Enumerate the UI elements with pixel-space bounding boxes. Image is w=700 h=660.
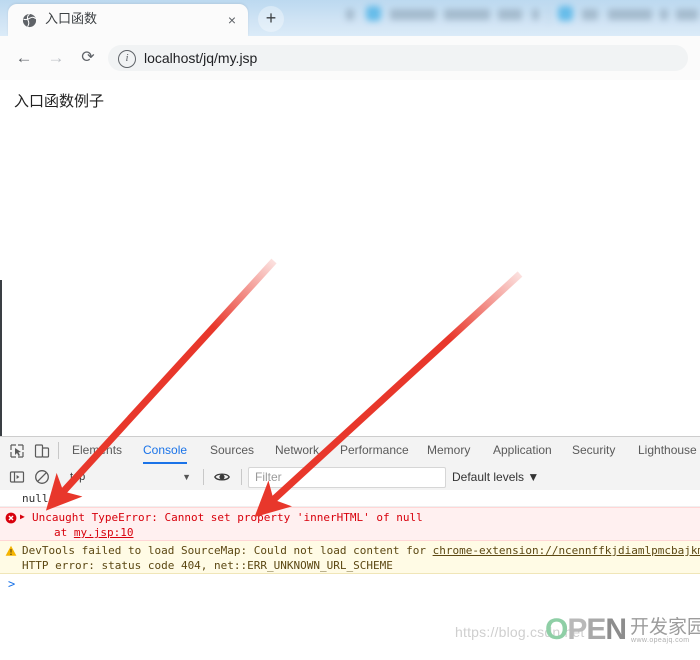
console-warning-line2: HTTP error: status code 404, net::ERR_UN… bbox=[22, 559, 393, 572]
browser-toolbar: ← → ⟳ i localhost/jq/my.jsp bbox=[0, 36, 700, 81]
console-filter-input[interactable]: Filter bbox=[248, 467, 446, 488]
watermark: https://blog.csdn.net OPEN 开发家园 www.opea… bbox=[0, 608, 700, 660]
error-icon bbox=[5, 512, 17, 524]
sourcemap-link[interactable]: chrome-extension://ncennffkjdiamlpmcbajk… bbox=[433, 544, 700, 557]
console-sidebar-icon[interactable] bbox=[8, 468, 26, 486]
console-warning-text: DevTools failed to load SourceMap: Could… bbox=[22, 544, 433, 557]
watermark-logo-o: O bbox=[545, 613, 568, 646]
watermark-logo-e: E bbox=[586, 613, 606, 646]
close-icon[interactable]: × bbox=[224, 12, 240, 28]
chevron-down-icon: ▼ bbox=[182, 472, 191, 482]
tab-strip: 入口函数 × + bbox=[0, 0, 700, 36]
tab-elements[interactable]: Elements bbox=[72, 437, 122, 464]
viewport-left-edge bbox=[0, 280, 2, 442]
reload-icon[interactable]: ⟳ bbox=[76, 46, 100, 70]
browser-tab-title: 入口函数 bbox=[45, 12, 98, 27]
inspect-element-icon[interactable] bbox=[8, 442, 26, 460]
log-levels-value: Default levels bbox=[452, 470, 525, 484]
expand-arrow-icon[interactable]: ▶ bbox=[20, 511, 28, 523]
clear-console-icon[interactable] bbox=[33, 468, 51, 486]
log-levels-dropdown[interactable]: Default levels ▼ bbox=[452, 468, 539, 486]
execution-context-dropdown[interactable]: top ▼ bbox=[62, 468, 197, 486]
toolbar-divider bbox=[58, 442, 59, 459]
console-filter-placeholder: Filter bbox=[255, 470, 282, 484]
console-message-error[interactable]: ▶ Uncaught TypeError: Cannot set propert… bbox=[0, 507, 700, 541]
tab-sources[interactable]: Sources bbox=[210, 437, 254, 464]
live-expression-icon[interactable] bbox=[213, 468, 231, 486]
console-warning-line1: DevTools failed to load SourceMap: Could… bbox=[22, 543, 700, 558]
address-bar[interactable]: i localhost/jq/my.jsp bbox=[108, 45, 688, 71]
warning-icon bbox=[5, 545, 17, 557]
device-toolbar-icon[interactable] bbox=[33, 442, 51, 460]
watermark-logo: OPEN bbox=[545, 613, 627, 647]
new-tab-button[interactable]: + bbox=[258, 6, 284, 32]
execution-context-value: top bbox=[70, 471, 86, 483]
address-bar-url: localhost/jq/my.jsp bbox=[144, 50, 258, 66]
back-icon[interactable]: ← bbox=[12, 46, 36, 70]
watermark-logo-p: P bbox=[567, 613, 587, 646]
console-log-text: null bbox=[22, 492, 49, 505]
forward-icon[interactable]: → bbox=[44, 46, 68, 70]
page-heading: 入口函数例子 bbox=[14, 92, 105, 110]
watermark-logo-sub: www.opeajq.com bbox=[631, 637, 690, 644]
tab-network[interactable]: Network bbox=[275, 437, 319, 464]
globe-icon bbox=[22, 13, 37, 28]
tab-lighthouse[interactable]: Lighthouse bbox=[638, 437, 697, 464]
console-error-stack-prefix: at bbox=[54, 526, 74, 539]
toolbar-divider-3 bbox=[241, 469, 242, 485]
chevron-down-icon-levels: ▼ bbox=[527, 470, 540, 484]
watermark-logo-n: N bbox=[605, 613, 627, 646]
watermark-logo-cn: 开发家园 bbox=[630, 616, 700, 638]
console-message-warning[interactable]: DevTools failed to load SourceMap: Could… bbox=[0, 541, 700, 574]
tab-security[interactable]: Security bbox=[572, 437, 615, 464]
source-link-my-jsp[interactable]: my.jsp:10 bbox=[74, 526, 134, 539]
console-prompt-symbol: > bbox=[8, 577, 16, 591]
console-prompt[interactable]: > bbox=[0, 574, 700, 596]
tab-performance[interactable]: Performance bbox=[340, 437, 409, 464]
tab-application[interactable]: Application bbox=[493, 437, 552, 464]
tab-memory[interactable]: Memory bbox=[427, 437, 470, 464]
console-message-log: null bbox=[0, 490, 700, 507]
devtools-tab-bar: Elements Console Sources Network Perform… bbox=[0, 437, 700, 465]
browser-tab-active[interactable]: 入口函数 × bbox=[8, 4, 248, 36]
toolbar-divider-2 bbox=[203, 469, 204, 485]
site-info-icon[interactable]: i bbox=[118, 50, 136, 68]
console-error-stack: at my.jsp:10 bbox=[22, 525, 700, 540]
tab-console[interactable]: Console bbox=[143, 437, 188, 464]
console-error-text: Uncaught TypeError: Cannot set property … bbox=[32, 511, 423, 524]
console-toolbar: top ▼ Filter Default levels ▼ bbox=[0, 464, 700, 491]
page-viewport: 入口函数例子 bbox=[0, 80, 700, 442]
background-window-tabs bbox=[346, 0, 700, 30]
browser-window: 入口函数 × + ← → ⟳ i localhost/jq/my.jsp 入口函… bbox=[0, 0, 700, 660]
